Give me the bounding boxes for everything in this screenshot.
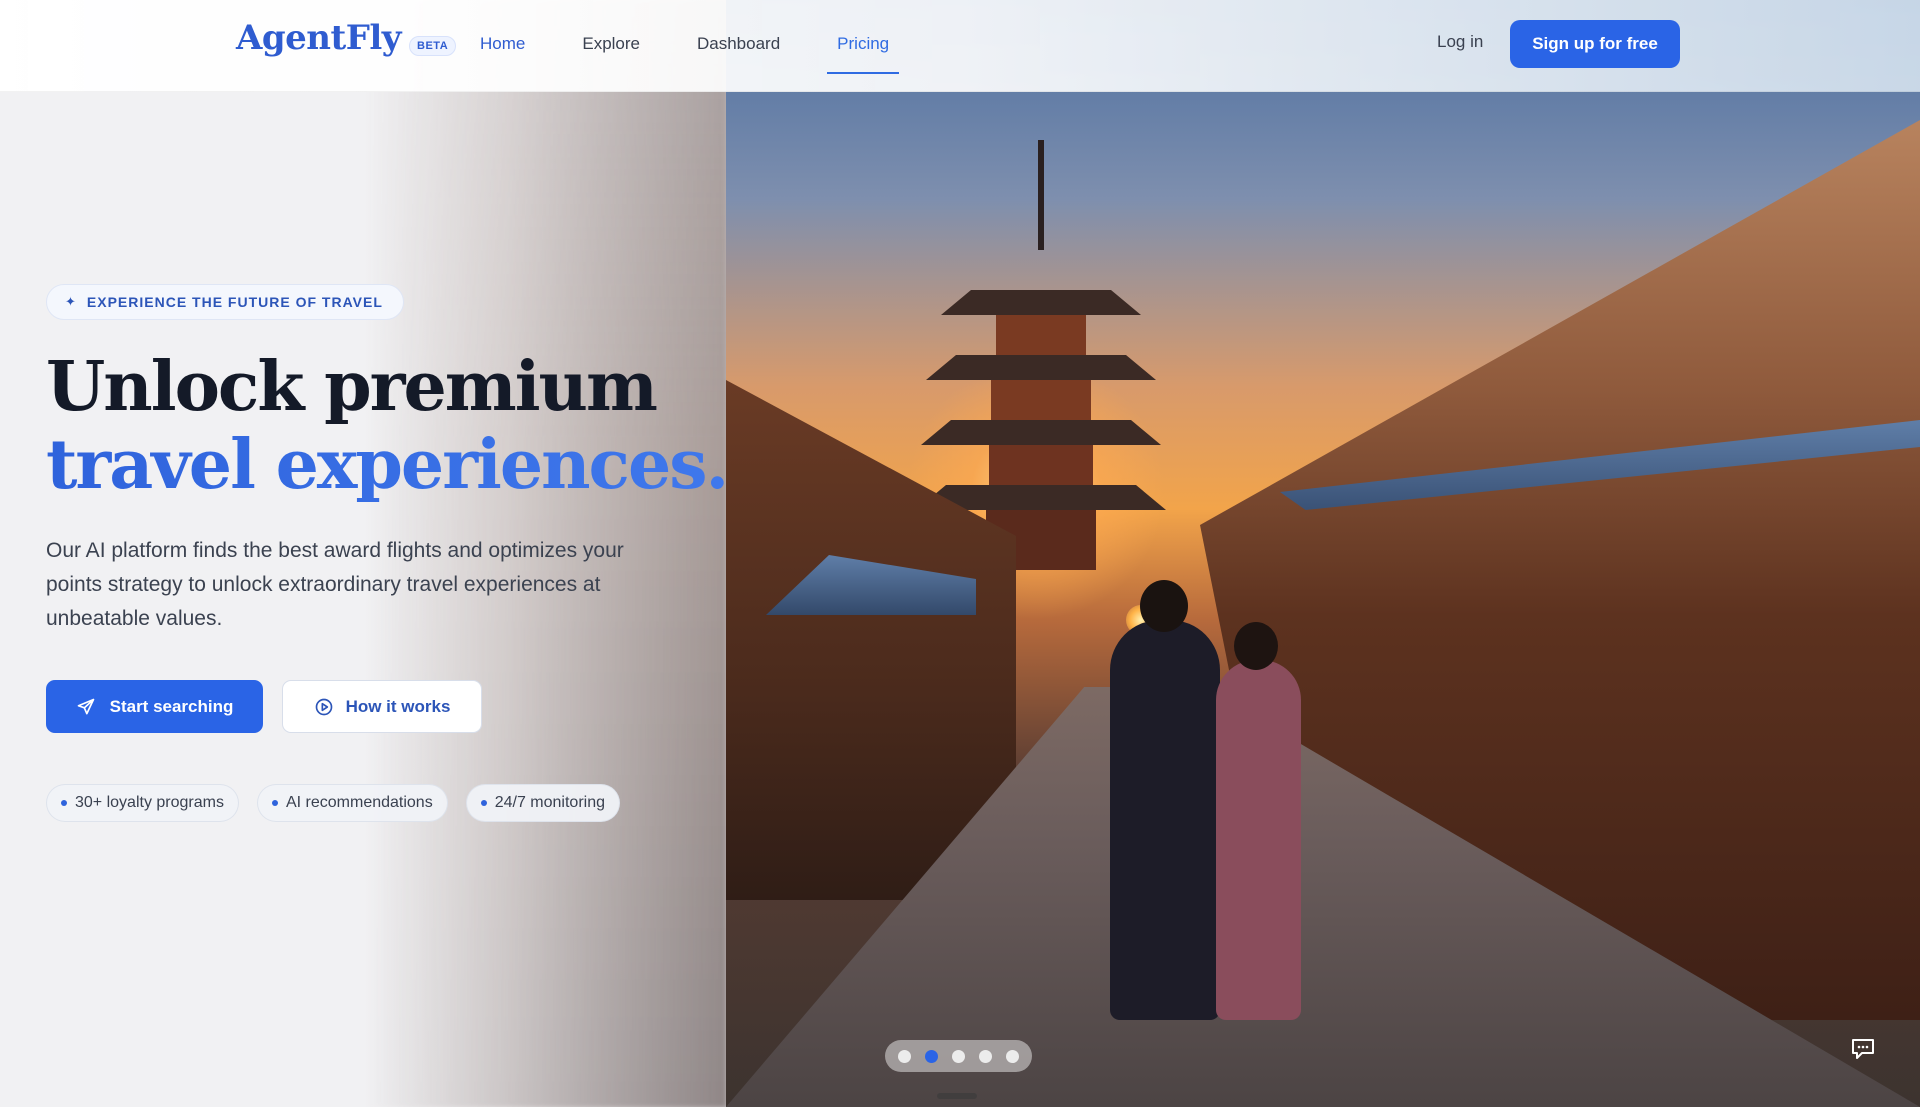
feature-chip-label: 30+ loyalty programs <box>75 794 224 811</box>
login-link[interactable]: Log in <box>1437 32 1483 52</box>
hero-title-line-2: travel experiences. <box>46 425 729 505</box>
carousel-dot-4[interactable] <box>979 1049 992 1063</box>
hero-title: Unlock premium travel experiences. <box>46 347 729 505</box>
hero-badge-label: EXPERIENCE THE FUTURE OF TRAVEL <box>86 294 383 310</box>
chat-bubble-icon <box>1852 1039 1874 1059</box>
carousel-dot-2[interactable] <box>925 1049 938 1063</box>
hero-title-line-1: Unlock premium <box>46 347 658 427</box>
hero-background-photo <box>726 0 1920 1107</box>
how-it-works-button[interactable]: How it works <box>282 680 482 733</box>
beta-badge: BETA <box>409 36 457 56</box>
nav-explore[interactable]: Explore <box>572 0 650 74</box>
feature-chip: 30+ loyalty programs <box>46 784 239 822</box>
feature-chips: 30+ loyalty programs AI recommendations … <box>46 784 620 822</box>
carousel-indicators <box>885 1040 1032 1072</box>
carousel-dot-1[interactable] <box>898 1049 911 1063</box>
bullet-dot-icon <box>271 800 278 806</box>
nav-dashboard[interactable]: Dashboard <box>687 0 790 74</box>
carousel-dot-3[interactable] <box>952 1049 965 1063</box>
carousel-dot-5[interactable] <box>1006 1049 1019 1063</box>
feature-chip-label: 24/7 monitoring <box>494 794 605 811</box>
play-circle-icon <box>315 698 332 715</box>
plane-icon <box>77 698 94 714</box>
feature-chip: 24/7 monitoring <box>465 784 620 822</box>
nav-home[interactable]: Home <box>470 0 535 74</box>
start-searching-label: Start searching <box>109 696 234 716</box>
scroll-indicator <box>937 1093 977 1099</box>
hero-badge: ✦ EXPERIENCE THE FUTURE OF TRAVEL <box>46 284 404 320</box>
brand-logo[interactable]: AgentFly BETA <box>236 18 457 58</box>
signup-button[interactable]: Sign up for free <box>1510 20 1680 68</box>
sparkle-icon: ✦ <box>65 294 77 309</box>
chat-button[interactable] <box>1848 1034 1878 1064</box>
feature-chip: AI recommendations <box>256 784 448 822</box>
bullet-dot-icon <box>480 800 487 806</box>
how-it-works-label: How it works <box>345 696 451 716</box>
main-nav: Home Explore Dashboard Pricing <box>470 0 936 92</box>
nav-pricing[interactable]: Pricing <box>827 0 900 74</box>
start-searching-button[interactable]: Start searching <box>46 680 263 733</box>
feature-chip-label: AI recommendations <box>285 794 433 811</box>
hero-subtitle: Our AI platform finds the best award fli… <box>46 539 624 630</box>
bullet-dot-icon <box>61 800 67 806</box>
top-navigation-bar: AgentFly BETA Home Explore Dashboard Pri… <box>0 0 1920 92</box>
brand-name: AgentFly <box>236 18 402 58</box>
